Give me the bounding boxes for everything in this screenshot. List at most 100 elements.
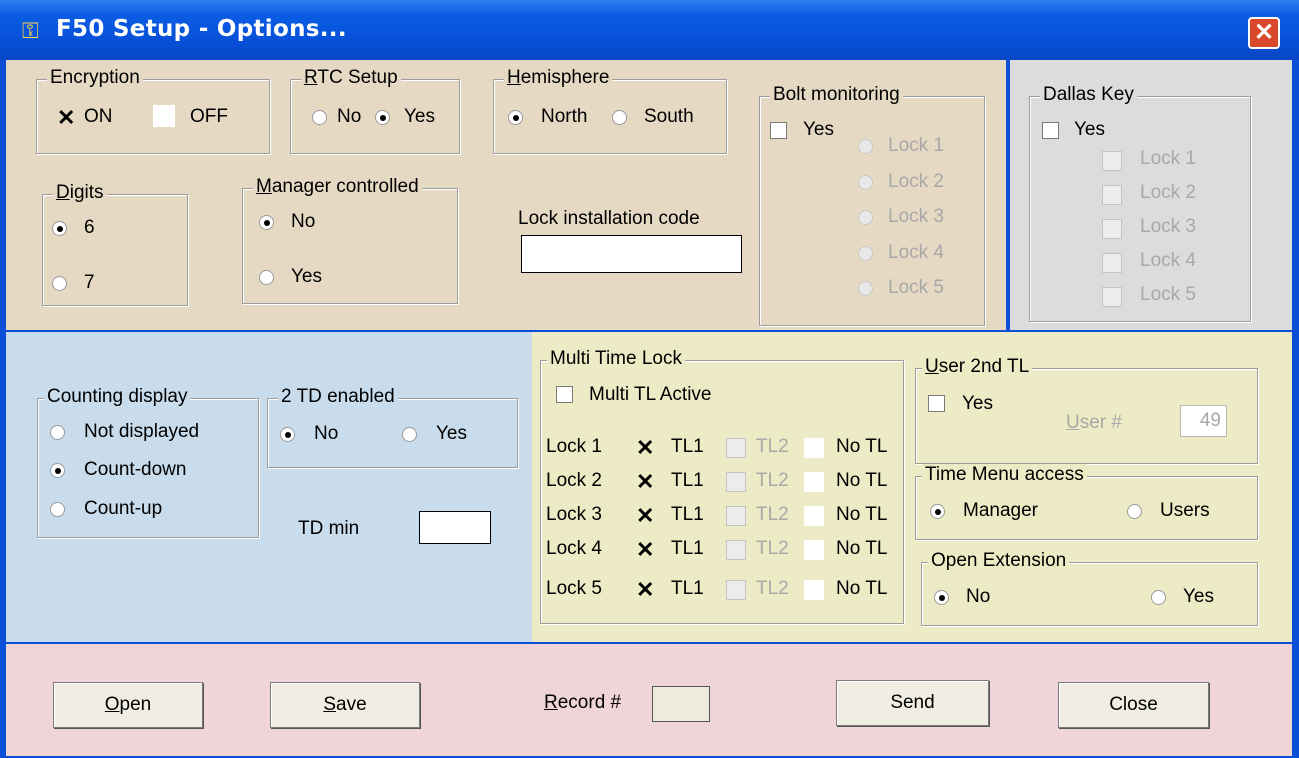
multi-tl-row-4: Lock 4 ✕ TL1 TL2 No TL (541, 538, 903, 572)
row3-tl2-checkbox[interactable] (726, 506, 746, 526)
row-lock-label: Lock 4 (546, 538, 602, 559)
multi-tl-row-5: Lock 5 ✕ TL1 TL2 No TL (541, 578, 903, 612)
row3-notl-checkbox[interactable] (804, 506, 824, 526)
row5-notl-checkbox[interactable] (804, 580, 824, 600)
digits-label: Digits (53, 182, 107, 204)
bolt-lock2-radio[interactable] (858, 175, 873, 190)
rtc-yes-radio[interactable] (375, 110, 390, 125)
digits-group: Digits 6 7 (42, 182, 188, 306)
row2-tl2-checkbox[interactable] (726, 472, 746, 492)
bolt-lock1-radio[interactable] (858, 139, 873, 154)
row1-notl-checkbox[interactable] (804, 438, 824, 458)
encryption-on-checkbox[interactable]: ✕ (57, 107, 75, 129)
row4-notl-checkbox[interactable] (804, 540, 824, 560)
dallas-yes-checkbox[interactable] (1042, 122, 1059, 139)
rtc-setup-label: RTC Setup (301, 67, 401, 89)
display-section: Counting display Not displayed Count-dow… (6, 332, 532, 642)
dallas-yes-label: Yes (1074, 119, 1105, 140)
counting-count-down-label: Count-down (84, 459, 187, 480)
counting-count-down-radio[interactable] (50, 463, 65, 478)
row5-tl2-checkbox[interactable] (726, 580, 746, 600)
close-button[interactable]: Close (1058, 682, 1209, 728)
dallas-lock3-checkbox[interactable] (1102, 219, 1122, 239)
hemisphere-north-radio[interactable] (508, 110, 523, 125)
row2-notl-checkbox[interactable] (804, 472, 824, 492)
manager-controlled-group: Manager controlled No Yes (242, 176, 458, 304)
open-extension-yes-radio[interactable] (1151, 590, 1166, 605)
td-min-label: TD min (298, 518, 360, 539)
bolt-lock5-radio[interactable] (858, 281, 873, 296)
time-menu-manager-label: Manager (963, 500, 1038, 521)
row1-tl2-checkbox[interactable] (726, 438, 746, 458)
lock-installation-code-input[interactable] (521, 235, 742, 273)
row4-tl1-checkbox[interactable]: ✕ (636, 539, 654, 561)
title-bar[interactable]: ⚿ F50 Setup - Options... ✕ (0, 0, 1299, 60)
user-number-label: User # (1066, 412, 1122, 433)
row3-tl1-checkbox[interactable]: ✕ (636, 505, 654, 527)
encryption-group: Encryption ✕ ON OFF (36, 67, 270, 154)
multi-time-lock-group: Multi Time Lock Multi TL Active Lock 1 ✕… (540, 348, 904, 624)
time-lock-section: Multi Time Lock Multi TL Active Lock 1 ✕… (532, 332, 1292, 642)
row-tl1-label: TL1 (671, 436, 704, 457)
digits-7-radio[interactable] (52, 276, 67, 291)
dallas-lock5-label: Lock 5 (1140, 284, 1196, 305)
top-section: Encryption ✕ ON OFF RTC Setup No Yes Hem… (6, 60, 1006, 330)
dallas-key-group: Dallas Key Yes Lock 1 Lock 2 Lock 3 Lock… (1029, 84, 1251, 322)
counting-not-displayed-radio[interactable] (50, 425, 65, 440)
user-2nd-tl-yes-checkbox[interactable] (928, 395, 945, 412)
counting-not-displayed-label: Not displayed (84, 421, 200, 442)
manager-controlled-label: Manager controlled (253, 176, 422, 198)
row-lock-label: Lock 3 (546, 504, 602, 525)
open-button[interactable]: Open (53, 682, 203, 728)
multi-tl-row-3: Lock 3 ✕ TL1 TL2 No TL (541, 504, 903, 538)
time-menu-users-radio[interactable] (1127, 504, 1142, 519)
row-lock-label: Lock 2 (546, 470, 602, 491)
2td-yes-radio[interactable] (402, 427, 417, 442)
dallas-lock4-checkbox[interactable] (1102, 253, 1122, 273)
row-tl2-label: TL2 (756, 538, 789, 559)
manager-yes-radio[interactable] (259, 270, 274, 285)
close-window-button[interactable]: ✕ (1248, 17, 1280, 49)
send-button[interactable]: Send (836, 680, 989, 726)
row2-tl1-checkbox[interactable]: ✕ (636, 471, 654, 493)
encryption-off-checkbox[interactable] (153, 105, 175, 127)
rtc-no-radio[interactable] (312, 110, 327, 125)
time-menu-manager-radio[interactable] (930, 504, 945, 519)
record-number-input[interactable] (652, 686, 710, 722)
row-tl1-label: TL1 (671, 578, 704, 599)
2td-yes-label: Yes (436, 423, 467, 444)
open-extension-group: Open Extension No Yes (921, 550, 1258, 626)
counting-count-up-radio[interactable] (50, 502, 65, 517)
encryption-on-label: ON (84, 106, 113, 127)
2td-no-radio[interactable] (280, 427, 295, 442)
row-notl-label: No TL (836, 538, 888, 559)
multi-time-lock-label: Multi Time Lock (547, 348, 685, 370)
row-tl1-label: TL1 (671, 470, 704, 491)
row4-tl2-checkbox[interactable] (726, 540, 746, 560)
row-tl1-label: TL1 (671, 504, 704, 525)
bolt-lock3-label: Lock 3 (888, 206, 944, 227)
digits-6-radio[interactable] (52, 221, 67, 236)
user-number-input[interactable]: 49 (1180, 405, 1227, 437)
td-min-input[interactable] (419, 511, 491, 544)
hemisphere-south-radio[interactable] (612, 110, 627, 125)
row5-tl1-checkbox[interactable]: ✕ (636, 579, 654, 601)
multi-tl-active-checkbox[interactable] (556, 386, 573, 403)
bolt-lock3-radio[interactable] (858, 210, 873, 225)
bolt-yes-checkbox[interactable] (770, 122, 787, 139)
digits-6-label: 6 (84, 217, 95, 238)
dallas-lock2-checkbox[interactable] (1102, 185, 1122, 205)
manager-no-radio[interactable] (259, 215, 274, 230)
user-2nd-tl-label: User 2nd TL (922, 356, 1033, 378)
dallas-lock1-checkbox[interactable] (1102, 151, 1122, 171)
save-button[interactable]: Save (270, 682, 420, 728)
bolt-lock4-radio[interactable] (858, 246, 873, 261)
time-menu-access-label: Time Menu access (922, 464, 1087, 486)
row1-tl1-checkbox[interactable]: ✕ (636, 437, 654, 459)
open-extension-no-radio[interactable] (934, 590, 949, 605)
row-notl-label: No TL (836, 436, 888, 457)
dallas-lock5-checkbox[interactable] (1102, 287, 1122, 307)
2td-enabled-group: 2 TD enabled No Yes (267, 386, 518, 468)
lock-installation-code-label: Lock installation code (518, 208, 700, 229)
row-lock-label: Lock 1 (546, 436, 602, 457)
